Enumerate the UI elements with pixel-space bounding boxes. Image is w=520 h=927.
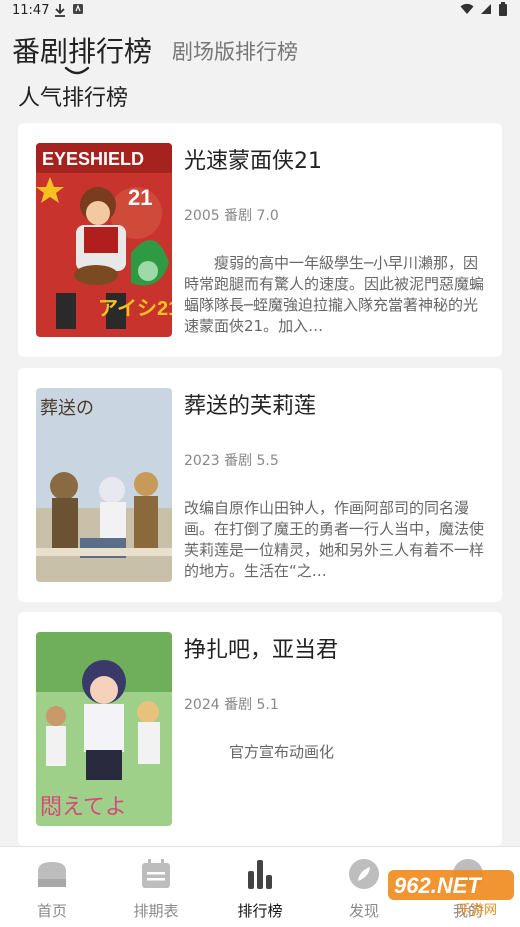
tab-anime-ranking[interactable]: 番剧排行榜 [12, 30, 152, 70]
status-bar: 11:47 [0, 0, 520, 22]
svg-text:アイシ21: アイシ21 [98, 298, 172, 320]
tab-active-indicator [64, 66, 90, 75]
svg-text:21: 21 [128, 185, 152, 210]
nav-schedule[interactable]: 排期表 [116, 857, 196, 921]
ranking-icon [248, 860, 272, 889]
ranking-card[interactable]: 悶えてよ 挣扎吧，亚当君 2024 番剧 5.1 官方宣布动画化 [18, 612, 502, 846]
item-description: 官方宣布动画化 [184, 743, 335, 761]
ranking-card[interactable]: 葬送の 葬送的芙莉莲 2023 番剧 5.5 改编自原作山田钟人，作画阿部司的同… [18, 368, 502, 602]
calendar-icon [142, 859, 170, 888]
signal-icon [481, 4, 491, 14]
item-meta: 2024 番剧 5.1 [184, 697, 279, 713]
nav-label: 首页 [36, 902, 67, 920]
svg-text:葬送の: 葬送の [40, 398, 94, 419]
item-description: 瘦弱的高中一年級學生─小早川瀨那，因時常跑腿而有驚人的速度。因此被泥門惡魔蝙蝠隊… [184, 254, 484, 335]
watermark-brand: 962.NET [394, 873, 482, 898]
item-description: 改编自原作山田钟人，作画阿部司的同名漫画。在打倒了魔王的勇者一行人当中，魔法使芙… [184, 499, 484, 580]
poster-image: 悶えてよ [36, 632, 172, 826]
watermark-sub: 乐游网 [458, 903, 497, 916]
home-icon [38, 862, 66, 887]
item-title: 挣扎吧，亚当君 [184, 638, 339, 663]
compass-icon [349, 859, 379, 889]
nav-label: 排期表 [133, 902, 179, 920]
item-meta: 2005 番剧 7.0 [184, 208, 279, 224]
wifi-icon [460, 3, 474, 15]
download-icon [55, 4, 65, 17]
item-title: 光速蒙面侠21 [184, 149, 322, 174]
section-title: 人气排行榜 [18, 86, 129, 111]
site-watermark-logo: 962.NET 乐游网 [388, 870, 514, 916]
nav-ranking[interactable]: 排行榜 [220, 857, 300, 921]
poster-image: EYESHIELD 21 アイシ21 [36, 143, 172, 337]
top-tabs: 番剧排行榜 剧场版排行榜 [0, 28, 520, 75]
item-title: 葬送的芙莉莲 [184, 394, 317, 419]
battery-icon [499, 2, 507, 16]
nav-label: 排行榜 [237, 902, 283, 920]
poster-image: 葬送の [36, 388, 172, 582]
ranking-card[interactable]: EYESHIELD 21 アイシ21 光速蒙面侠21 2005 番剧 7.0 瘦… [18, 123, 502, 357]
tab-movie-ranking[interactable]: 剧场版排行榜 [172, 36, 298, 66]
svg-text:EYESHIELD: EYESHIELD [42, 149, 144, 169]
status-time: 11:47 [12, 3, 50, 18]
item-meta: 2023 番剧 5.5 [184, 453, 279, 469]
nav-home[interactable]: 首页 [12, 857, 92, 921]
svg-text:悶えてよ: 悶えてよ [40, 795, 127, 820]
app-notification-icon [73, 4, 83, 14]
